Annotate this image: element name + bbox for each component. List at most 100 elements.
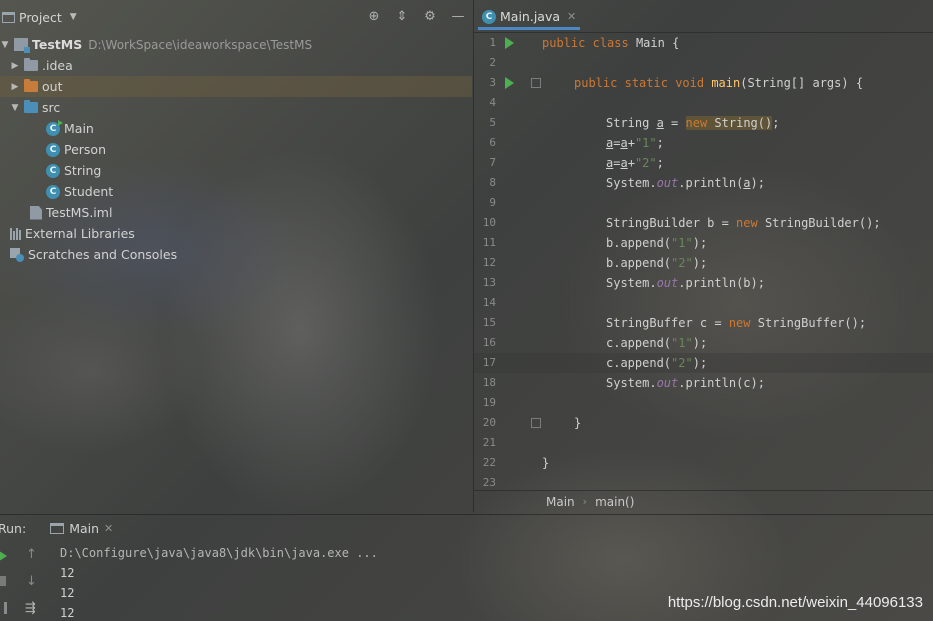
- locate-icon[interactable]: ⊕: [366, 8, 382, 24]
- tree-item-scratches[interactable]: Scratches and Consoles: [0, 244, 472, 265]
- fold-icon[interactable]: [531, 418, 541, 428]
- chevron-down-icon[interactable]: ▼: [0, 40, 10, 50]
- line-number: 20: [482, 416, 496, 429]
- minimize-icon[interactable]: —: [450, 8, 466, 24]
- code-line: 8 System.out.println(a);: [474, 173, 933, 193]
- code-keyword: public: [542, 36, 586, 50]
- project-header-tools: ⊕ ⇕ ⚙ —: [366, 8, 466, 24]
- tree-item-src[interactable]: ▼ src: [0, 97, 472, 118]
- code-text: public static void main(String[] args) {: [574, 73, 863, 93]
- pause-icon[interactable]: [0, 602, 7, 614]
- line-number: 9: [489, 196, 496, 209]
- tree-item-string[interactable]: C String: [0, 160, 472, 181]
- up-arrow-icon[interactable]: ↑: [26, 547, 40, 562]
- soft-wrap-icon[interactable]: ⇶: [25, 601, 39, 616]
- library-icon: [10, 227, 21, 240]
- line-number: 18: [482, 376, 496, 389]
- code-line: 5 String a = new String();: [474, 113, 933, 133]
- close-icon[interactable]: ✕: [567, 10, 576, 23]
- code-line: 4: [474, 93, 933, 113]
- breadcrumb-item[interactable]: Main: [546, 495, 575, 509]
- gear-icon[interactable]: ⚙: [422, 8, 438, 24]
- code-fragment: c.append(: [606, 336, 672, 350]
- breadcrumb-item[interactable]: main(): [595, 495, 634, 509]
- tree-item-label: src: [42, 100, 61, 115]
- tree-item-person[interactable]: C Person: [0, 139, 472, 160]
- tree-item-main[interactable]: C Main: [0, 118, 472, 139]
- code-line: 7 a=a+"2";: [474, 153, 933, 173]
- scratch-icon: [10, 247, 24, 262]
- collapse-icon[interactable]: ⇕: [394, 8, 410, 24]
- module-icon: [14, 38, 30, 53]
- line-number: 11: [482, 236, 496, 249]
- tree-item-student[interactable]: C Student: [0, 181, 472, 202]
- tree-item-out[interactable]: ▶ out: [0, 76, 472, 97]
- code-line: 2: [474, 53, 933, 73]
- line-number: 17: [482, 356, 496, 369]
- tree-item-testms-iml[interactable]: TestMS.iml: [0, 202, 472, 223]
- tree-item-label: TestMS.iml: [46, 205, 113, 220]
- code-fragment: String(): [707, 116, 773, 130]
- tree-item-label: Person: [64, 142, 107, 157]
- code-text: StringBuilder b = new StringBuilder();: [606, 213, 881, 233]
- down-arrow-icon[interactable]: ↓: [26, 574, 40, 589]
- code-keyword: static: [624, 76, 668, 90]
- run-toolbar: ↑ ↓ ⇶: [0, 543, 46, 621]
- chevron-right-icon[interactable]: ▶: [10, 82, 20, 92]
- code-field: out: [656, 276, 679, 290]
- code-area[interactable]: 1 public class Main { 2 3 public static …: [474, 33, 933, 490]
- code-fragment: =: [663, 116, 686, 130]
- class-icon: C: [46, 142, 60, 157]
- code-line: 15 StringBuffer c = new StringBuffer();: [474, 313, 933, 333]
- run-panel-header: Run: Main ✕: [0, 515, 933, 541]
- code-text: StringBuffer c = new StringBuffer();: [606, 313, 866, 333]
- console-output[interactable]: D:\Configure\java\java8\jdk\bin\java.exe…: [60, 543, 378, 621]
- stop-icon[interactable]: [0, 576, 6, 586]
- fold-icon[interactable]: [531, 78, 541, 88]
- line-number: 16: [482, 336, 496, 349]
- project-panel-title: Project: [19, 9, 62, 25]
- console-line: 12: [60, 586, 75, 600]
- chevron-right-icon[interactable]: ▶: [10, 61, 20, 71]
- code-keyword: new: [685, 116, 708, 130]
- run-icon[interactable]: [505, 77, 514, 89]
- line-number: 2: [489, 56, 496, 69]
- code-line: 13 System.out.println(b);: [474, 273, 933, 293]
- code-variable: a: [620, 136, 628, 150]
- project-panel-header: Project ▼ ⊕ ⇕ ⚙ —: [0, 0, 472, 34]
- code-line: 11 b.append("1");: [474, 233, 933, 253]
- run-tab-main[interactable]: Main ✕: [46, 515, 117, 541]
- line-number: 6: [489, 136, 496, 149]
- close-icon[interactable]: ✕: [104, 522, 113, 535]
- tree-item-external-libraries[interactable]: External Libraries: [0, 223, 472, 244]
- code-fragment: .println(: [678, 176, 744, 190]
- chevron-down-icon[interactable]: ▼: [70, 12, 77, 22]
- tree-item-label: String: [64, 163, 102, 178]
- class-icon: C: [46, 119, 63, 136]
- code-fragment: b.append(: [606, 236, 672, 250]
- run-icon[interactable]: [505, 37, 514, 49]
- folder-icon: [24, 100, 38, 113]
- tree-item-idea[interactable]: ▶ .idea: [0, 55, 472, 76]
- file-icon: [30, 205, 42, 220]
- code-line: 10 StringBuilder b = new StringBuilder()…: [474, 213, 933, 233]
- chevron-down-icon[interactable]: ▼: [10, 103, 20, 113]
- code-fragment: b.append(: [606, 256, 672, 270]
- tree-item-testms[interactable]: ▼ TestMS D:\WorkSpace\ideaworkspace\Test…: [0, 34, 472, 55]
- code-function: main: [711, 76, 741, 90]
- play-icon[interactable]: [0, 549, 7, 563]
- code-text: System.out.println(b);: [606, 273, 765, 293]
- code-line: 14: [474, 293, 933, 313]
- code-field: out: [656, 176, 679, 190]
- folder-icon: [24, 58, 38, 71]
- project-view-selector[interactable]: Project ▼: [0, 10, 77, 25]
- code-keyword: public: [574, 76, 618, 90]
- editor: C Main.java ✕ 1 public class Main { 2 3 …: [473, 0, 933, 512]
- line-number: 14: [482, 296, 496, 309]
- code-fragment: .println(b);: [678, 276, 765, 290]
- line-number: 4: [489, 96, 496, 109]
- code-fragment: c.append(: [606, 356, 672, 370]
- code-fragment: );: [750, 176, 765, 190]
- tab-main-java[interactable]: C Main.java ✕: [478, 6, 581, 30]
- editor-tab-bar: C Main.java ✕: [474, 0, 933, 33]
